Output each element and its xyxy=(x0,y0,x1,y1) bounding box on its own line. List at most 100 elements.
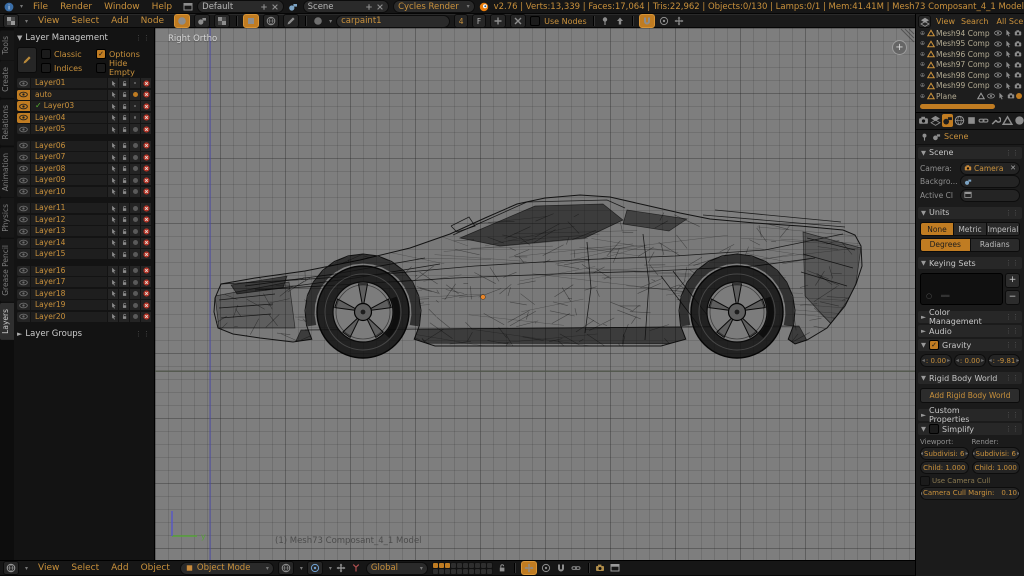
renderability-icon[interactable] xyxy=(1013,39,1022,48)
visibility-icon[interactable] xyxy=(993,60,1002,69)
gravity-z-field[interactable]: ◂: -9.81▸ xyxy=(988,354,1020,367)
layer-delete-icon[interactable] xyxy=(141,101,151,111)
layer-select-icon[interactable] xyxy=(108,249,118,259)
viewport-layer-toggle-18[interactable] xyxy=(475,569,480,574)
use-nodes-checkbox[interactable] xyxy=(530,16,540,26)
layer-name-label[interactable]: Layer12 xyxy=(35,215,65,225)
layer-render-dot-icon[interactable] xyxy=(130,78,140,88)
visibility-icon[interactable] xyxy=(993,71,1002,80)
outliner-scope-dropdown[interactable]: All Scenes xyxy=(993,17,1024,26)
wireframe-car-model[interactable]: y xyxy=(155,28,915,560)
layer-render-dot-icon[interactable] xyxy=(130,152,140,162)
layer-select-icon[interactable] xyxy=(108,226,118,236)
keying-sets-list[interactable]: ○ ══ xyxy=(920,273,1003,305)
layer-delete-icon[interactable] xyxy=(141,141,151,151)
shelf-tab-create[interactable]: Create xyxy=(0,61,14,98)
layer-delete-icon[interactable] xyxy=(141,215,151,225)
collapse-arrow-icon[interactable]: ▼ xyxy=(17,34,22,42)
material-users-button[interactable]: 4 xyxy=(454,14,468,28)
layer-render-dot-icon[interactable] xyxy=(130,113,140,123)
layer-name-label[interactable]: Layer03 xyxy=(44,101,74,111)
viewport-layer-toggle-16[interactable] xyxy=(463,569,468,574)
section-scene[interactable]: ▼Scene⋮⋮ xyxy=(918,147,1022,159)
layer-visibility-icon[interactable] xyxy=(17,141,30,151)
layer-name-label[interactable]: Layer16 xyxy=(35,266,65,276)
layer-select-icon[interactable] xyxy=(108,289,118,299)
simplify-child-render[interactable]: Child: 1.000 xyxy=(972,461,1021,474)
renderability-icon[interactable] xyxy=(1006,92,1015,101)
layer-delete-icon[interactable] xyxy=(141,249,151,259)
layer-render-dot-icon[interactable] xyxy=(130,300,140,310)
layer-visibility-icon[interactable] xyxy=(17,226,30,236)
layer-render-dot-icon[interactable] xyxy=(130,277,140,287)
viewport-layer-toggle-14[interactable] xyxy=(451,569,456,574)
remove-keying-set-button[interactable]: − xyxy=(1005,290,1020,305)
layer-visibility-icon[interactable] xyxy=(17,175,30,185)
use-camera-cull-checkbox[interactable] xyxy=(920,476,930,486)
active-clip-field[interactable] xyxy=(960,189,1020,202)
hide-empty-checkbox[interactable] xyxy=(96,63,106,73)
layer-name-label[interactable]: Layer18 xyxy=(35,289,65,299)
view3d-menu-select[interactable]: Select xyxy=(65,563,105,573)
selectability-icon[interactable] xyxy=(1003,71,1012,80)
layer-render-dot-icon[interactable] xyxy=(130,238,140,248)
layer-delete-icon[interactable] xyxy=(141,164,151,174)
layer-delete-icon[interactable] xyxy=(141,152,151,162)
fake-user-button[interactable]: F xyxy=(472,14,486,28)
layer-name-label[interactable]: Layer08 xyxy=(35,164,65,174)
manipulator-rotate-icon[interactable] xyxy=(541,563,552,574)
snap-target-icon[interactable] xyxy=(674,16,685,27)
section-units[interactable]: ▼Units⋮⋮ xyxy=(918,207,1022,219)
object-name-label[interactable]: Mesh96 Comp xyxy=(936,50,992,59)
expand-icon[interactable]: ⊕ xyxy=(920,61,925,68)
outliner-item-mesh95-comp[interactable]: ⊕Mesh95 Comp xyxy=(918,39,1022,50)
visibility-icon[interactable] xyxy=(986,92,995,101)
add-rigid-body-world-button[interactable]: Add Rigid Body World xyxy=(920,388,1020,403)
properties-tab-scene[interactable] xyxy=(942,114,953,127)
properties-tab-object[interactable] xyxy=(966,114,977,127)
add-screen-icon[interactable] xyxy=(260,1,268,12)
camera-cull-margin-field[interactable]: ◂Camera Cull Margin:0.10▸ xyxy=(920,487,1020,500)
orientation-selector[interactable]: Global ▾ xyxy=(366,562,428,575)
layer-management-panel-header[interactable]: ▼ Layer Management ⋮⋮ xyxy=(17,31,151,44)
selectability-icon[interactable] xyxy=(1003,60,1012,69)
indices-checkbox[interactable] xyxy=(41,63,51,73)
section-custom-properties[interactable]: ►Custom Properties⋮⋮ xyxy=(918,409,1022,421)
layer-delete-icon[interactable] xyxy=(141,78,151,88)
layer-name-label[interactable]: Layer15 xyxy=(35,249,65,259)
node-menu-node[interactable]: Node xyxy=(135,16,171,26)
properties-tab-constraints[interactable] xyxy=(978,114,989,127)
layer-name-label[interactable]: Layer20 xyxy=(35,312,65,322)
scene-icon[interactable] xyxy=(288,1,299,12)
properties-tab-render[interactable] xyxy=(918,114,929,127)
outliner-item-mesh98-comp[interactable]: ⊕Mesh98 Comp xyxy=(918,70,1022,81)
viewport-layer-toggle-10[interactable] xyxy=(487,563,492,568)
outliner-item-mesh94-comp[interactable]: ⊕Mesh94 Comp xyxy=(918,28,1022,39)
layer-select-icon[interactable] xyxy=(108,113,118,123)
layer-delete-icon[interactable] xyxy=(141,203,151,213)
layer-lock-icon[interactable] xyxy=(119,90,129,100)
layer-lock-icon[interactable] xyxy=(119,203,129,213)
new-material-button[interactable] xyxy=(490,14,506,28)
properties-tab-render-layers[interactable] xyxy=(930,114,941,127)
shelf-tab-relations[interactable]: Relations xyxy=(0,99,14,145)
collapse-arrow-icon[interactable]: ► xyxy=(17,330,22,338)
layer-name-label[interactable]: Layer13 xyxy=(35,226,65,236)
options-checkbox[interactable]: ✓ xyxy=(96,49,106,59)
screen-selector[interactable]: Default xyxy=(197,0,283,13)
simplify-child-viewport[interactable]: Child: 1.000 xyxy=(920,461,969,474)
object-name-label[interactable]: Mesh94 Comp xyxy=(936,29,992,38)
viewport-layer-toggle-15[interactable] xyxy=(457,569,462,574)
panel-grip-icon[interactable]: ⋮⋮ xyxy=(135,330,151,338)
layer-lock-icon[interactable] xyxy=(119,124,129,134)
properties-tab-world[interactable] xyxy=(954,114,965,127)
layer-name-label[interactable]: Layer09 xyxy=(35,175,65,185)
viewport-layer-toggle-7[interactable] xyxy=(469,563,474,568)
properties-tab-material[interactable] xyxy=(1014,114,1024,127)
layer-lock-icon[interactable] xyxy=(119,277,129,287)
layer-render-dot-icon[interactable] xyxy=(130,249,140,259)
shelf-tab-tools[interactable]: Tools xyxy=(0,30,14,60)
view3d-menu-object[interactable]: Object xyxy=(135,563,176,573)
layer-visibility-icon[interactable] xyxy=(17,249,30,259)
menu-render[interactable]: Render xyxy=(54,2,98,12)
